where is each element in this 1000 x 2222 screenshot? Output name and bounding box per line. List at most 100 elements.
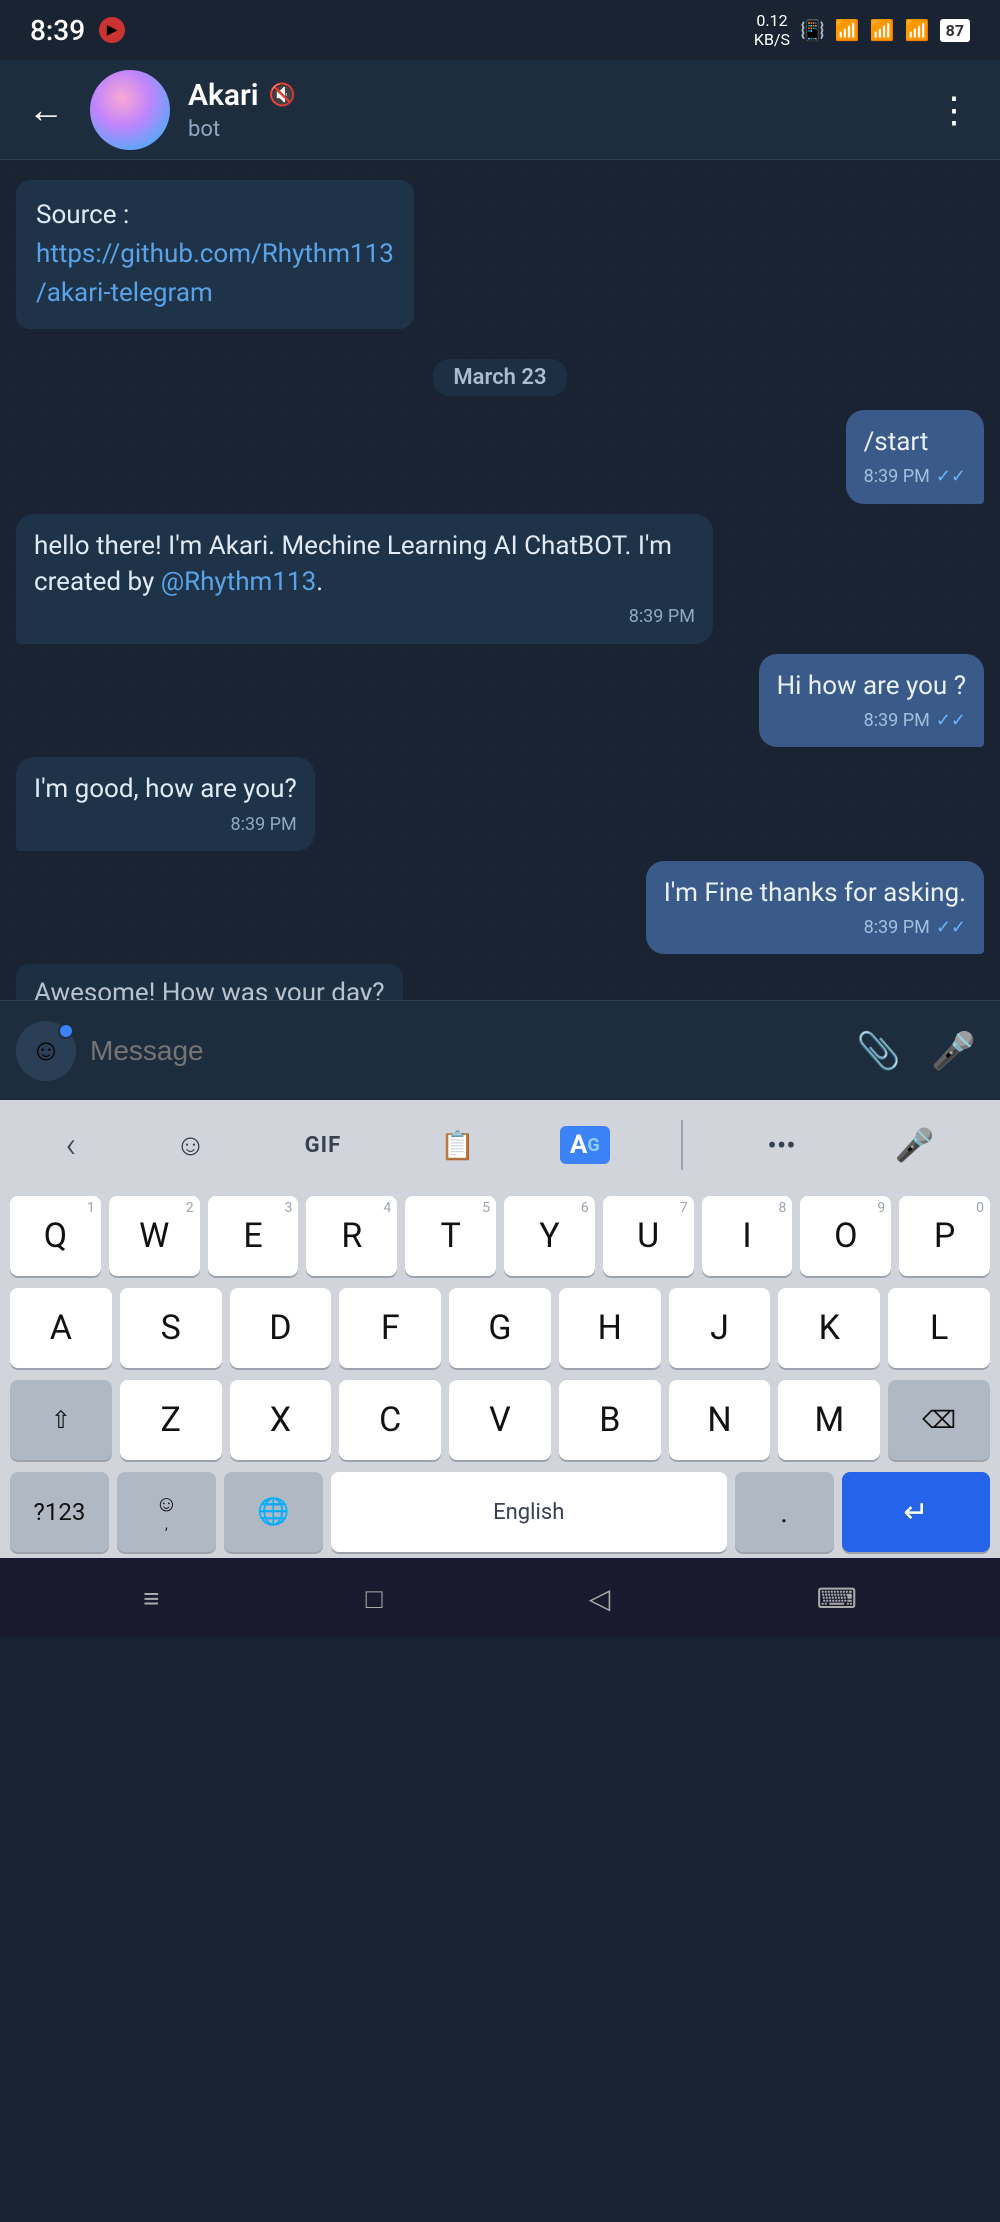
record-icon: ▶ <box>99 17 125 43</box>
message-time: 8:39 PM <box>864 464 930 489</box>
message-row: I'm good, how are you? 8:39 PM <box>16 757 984 851</box>
message-time: 8:39 PM <box>864 708 930 733</box>
key-r[interactable]: 4R <box>306 1196 397 1276</box>
key-o[interactable]: 9O <box>800 1196 891 1276</box>
header-name-row: Akari 🔇 <box>188 78 910 113</box>
emoji-toolbar-button[interactable]: ☺ <box>161 1120 220 1171</box>
message-row: hello there! I'm Akari. Mechine Learning… <box>16 514 984 644</box>
key-y[interactable]: 6Y <box>504 1196 595 1276</box>
message-time: 8:39 PM <box>864 915 930 940</box>
contact-name: Akari <box>188 78 259 113</box>
message-row: Hi how are you ? 8:39 PM ✓✓ <box>16 654 984 748</box>
shift-key[interactable]: ⇧ <box>10 1380 112 1460</box>
key-w[interactable]: 2W <box>109 1196 200 1276</box>
clipboard-toolbar-button[interactable]: 📋 <box>426 1121 489 1170</box>
key-h[interactable]: H <box>559 1288 661 1368</box>
enter-key[interactable]: ↵ <box>842 1472 990 1552</box>
source-link[interactable]: https://github.com/Rhythm113/akari-teleg… <box>36 239 394 308</box>
chat-header: ← Akari 🔇 bot ⋮ <box>0 60 1000 160</box>
back-nav-button[interactable]: ◁ <box>569 1572 631 1625</box>
key-u[interactable]: 7U <box>603 1196 694 1276</box>
message-row: Source : https://github.com/Rhythm113/ak… <box>16 180 984 345</box>
status-time: 8:39 <box>30 14 85 47</box>
key-i[interactable]: 8I <box>702 1196 793 1276</box>
chat-area: Source : https://github.com/Rhythm113/ak… <box>0 160 1000 1000</box>
partial-message-text: Awesome! How was your day? <box>34 978 385 1000</box>
message-text: I'm Fine thanks for asking. <box>664 878 966 908</box>
keyboard-nav-button[interactable]: ⌨ <box>796 1572 876 1625</box>
message-bubble-outgoing: /start 8:39 PM ✓✓ <box>846 410 984 504</box>
key-n[interactable]: N <box>669 1380 771 1460</box>
key-f[interactable]: F <box>339 1288 441 1368</box>
battery-icon: 87 <box>940 19 970 42</box>
home-nav-button[interactable]: □ <box>346 1572 403 1625</box>
partial-message-bubble: Awesome! How was your day? <box>16 964 403 1000</box>
keyboard: 1Q 2W 3E 4R 5T 6Y 7U 8I 9O 0P A S D F G … <box>0 1190 1000 1558</box>
key-k[interactable]: K <box>778 1288 880 1368</box>
keyboard-back-button[interactable]: ‹ <box>51 1116 90 1174</box>
bubble-meta: 8:39 PM <box>34 604 695 629</box>
message-bubble-incoming: I'm good, how are you? 8:39 PM <box>16 757 315 851</box>
wifi-icon: 📶 <box>835 18 860 42</box>
key-s[interactable]: S <box>120 1288 222 1368</box>
message-text: Hi how are you ? <box>777 671 966 701</box>
key-d[interactable]: D <box>230 1288 332 1368</box>
message-bubble-incoming: hello there! I'm Akari. Mechine Learning… <box>16 514 713 644</box>
delete-key[interactable]: ⌫ <box>888 1380 990 1460</box>
toolbar-divider <box>681 1120 683 1170</box>
key-t[interactable]: 5T <box>405 1196 496 1276</box>
message-row: I'm Fine thanks for asking. 8:39 PM ✓✓ <box>16 861 984 955</box>
key-m[interactable]: M <box>778 1380 880 1460</box>
emoji-key[interactable]: ☺, <box>117 1472 216 1552</box>
mic-toolbar-button[interactable]: 🎤 <box>881 1118 949 1172</box>
globe-key[interactable]: 🌐 <box>224 1472 323 1552</box>
key-a[interactable]: A <box>10 1288 112 1368</box>
space-key[interactable]: English <box>331 1472 727 1552</box>
key-p[interactable]: 0P <box>899 1196 990 1276</box>
avatar[interactable] <box>90 70 170 150</box>
more-toolbar-button[interactable]: ••• <box>753 1121 809 1170</box>
back-button[interactable]: ← <box>20 81 72 139</box>
key-j[interactable]: J <box>669 1288 771 1368</box>
bottom-nav: ≡ □ ◁ ⌨ <box>0 1558 1000 1638</box>
message-time: 8:39 PM <box>629 604 695 629</box>
translate-toolbar-button[interactable]: AG <box>560 1126 610 1164</box>
bubble-meta: 8:39 PM ✓✓ <box>864 464 966 489</box>
header-info: Akari 🔇 bot <box>188 78 910 142</box>
emoji-button[interactable]: ☺ <box>16 1021 76 1081</box>
message-bubble-outgoing: I'm Fine thanks for asking. 8:39 PM ✓✓ <box>646 861 984 955</box>
more-options-button[interactable]: ⋮ <box>928 81 980 139</box>
source-bubble: Source : https://github.com/Rhythm113/ak… <box>16 180 414 329</box>
menu-nav-button[interactable]: ≡ <box>123 1572 179 1625</box>
key-z[interactable]: Z <box>120 1380 222 1460</box>
message-row: /start 8:39 PM ✓✓ <box>16 410 984 504</box>
key-v[interactable]: V <box>449 1380 551 1460</box>
key-g[interactable]: G <box>449 1288 551 1368</box>
bubble-meta: 8:39 PM ✓✓ <box>777 708 966 733</box>
signal1-icon: 📶 <box>870 18 895 42</box>
attach-button[interactable]: 📎 <box>848 1022 909 1080</box>
keyboard-row-4: ?123 ☺, 🌐 English . ↵ <box>0 1466 1000 1558</box>
keyboard-row-2: A S D F G H J K L <box>0 1282 1000 1374</box>
read-receipt: ✓✓ <box>936 708 966 733</box>
message-text: I'm good, how are you? <box>34 774 297 804</box>
key-c[interactable]: C <box>339 1380 441 1460</box>
key-b[interactable]: B <box>559 1380 661 1460</box>
message-row: Awesome! How was your day? <box>16 964 984 1000</box>
keyboard-row-1: 1Q 2W 3E 4R 5T 6Y 7U 8I 9O 0P <box>0 1190 1000 1282</box>
signal2-icon: 📶 <box>905 18 930 42</box>
key-e[interactable]: 3E <box>208 1196 299 1276</box>
avatar-image <box>90 70 170 150</box>
status-icons: 0.12KB/S 📳 📶 📶 📶 87 <box>754 11 970 49</box>
voice-message-button[interactable]: 🎤 <box>923 1022 984 1080</box>
key-l[interactable]: L <box>888 1288 990 1368</box>
data-speed: 0.12KB/S <box>754 11 790 49</box>
period-key[interactable]: . <box>735 1472 834 1552</box>
gif-toolbar-button[interactable]: GIF <box>291 1125 356 1166</box>
numbers-key[interactable]: ?123 <box>10 1472 109 1552</box>
keyboard-toolbar: ‹ ☺ GIF 📋 AG ••• 🎤 <box>0 1100 1000 1190</box>
message-input[interactable] <box>90 1035 834 1067</box>
key-x[interactable]: X <box>230 1380 332 1460</box>
message-bubble-outgoing: Hi how are you ? 8:39 PM ✓✓ <box>759 654 984 748</box>
key-q[interactable]: 1Q <box>10 1196 101 1276</box>
